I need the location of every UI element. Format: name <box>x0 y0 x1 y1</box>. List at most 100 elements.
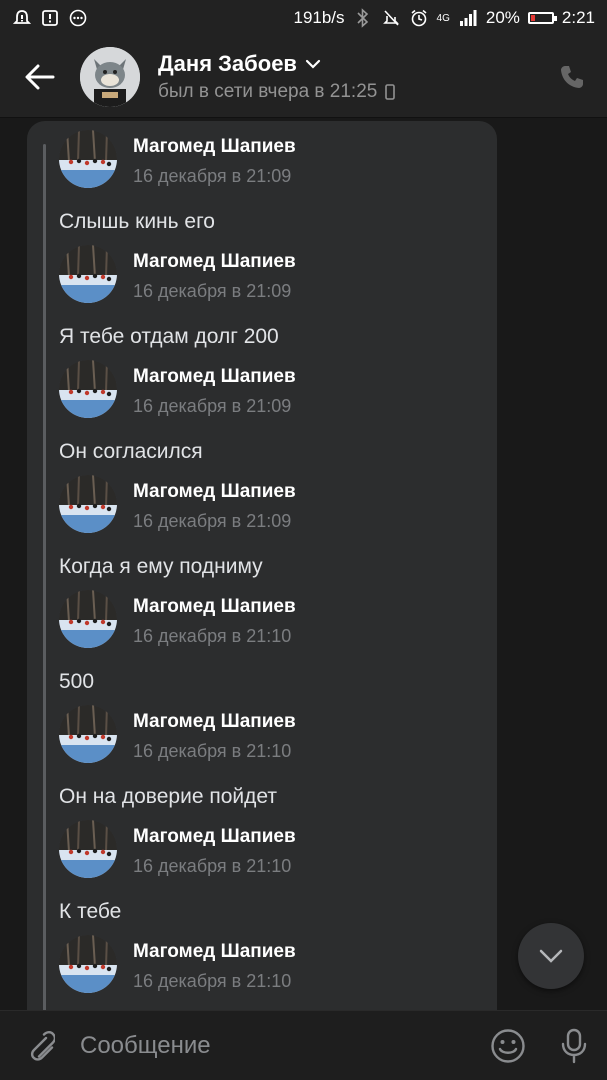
forwarded-message-header: Магомед Шапиев 16 декабря в 21:09 <box>59 130 489 190</box>
forwarded-message-header: Магомед Шапиев 16 декабря в 21:09 <box>59 245 489 305</box>
author-avatar[interactable] <box>59 705 117 763</box>
status-bar-right: 191b/s 4G 20% 2:21 <box>293 8 595 28</box>
forwarded-message[interactable]: Магомед Шапиев 16 декабря в 21:09 Когда я … <box>59 475 489 579</box>
author-meta: Магомед Шапиев 16 декабря в 21:09 <box>133 360 296 417</box>
signal-icon <box>458 8 478 28</box>
alarm-alert-icon <box>12 8 32 28</box>
contact-info[interactable]: Даня Забоев был в сети вчера в 21:25 <box>158 51 537 103</box>
voice-message-button[interactable] <box>541 1011 607 1080</box>
forwarded-message[interactable]: Магомед Шапиев 16 декабря в 21:10 <box>59 935 489 995</box>
more-dots-icon <box>68 8 88 28</box>
hockey-photo-avatar-image <box>59 475 117 533</box>
author-meta: Магомед Шапиев 16 декабря в 21:10 <box>133 705 296 762</box>
emoji-button[interactable] <box>475 1011 541 1080</box>
author-name[interactable]: Магомед Шапиев <box>133 136 296 158</box>
author-name[interactable]: Магомед Шапиев <box>133 711 296 733</box>
network-speed: 191b/s <box>293 8 345 27</box>
attach-button[interactable] <box>0 1011 80 1080</box>
mobile-device-icon <box>385 83 396 100</box>
back-button[interactable] <box>0 36 80 118</box>
message-date: 16 декабря в 21:10 <box>133 626 292 646</box>
author-name[interactable]: Магомед Шапиев <box>133 596 296 618</box>
hockey-photo-avatar-image <box>59 820 117 878</box>
forwarded-message-header: Магомед Шапиев 16 декабря в 21:10 <box>59 820 489 880</box>
contact-status-row: был в сети вчера в 21:25 <box>158 81 537 103</box>
message-input[interactable] <box>80 1031 475 1060</box>
status-bar-left <box>12 8 88 28</box>
message-text: Когда я ему подниму <box>59 555 263 578</box>
message-text: 500 <box>59 670 95 693</box>
chat-header: Даня Забоев был в сети вчера в 21:25 <box>0 36 607 118</box>
phone-icon <box>561 65 583 88</box>
message-date: 16 декабря в 21:10 <box>133 856 292 876</box>
vk-chat-screen: 191b/s 4G 20% 2:21 Даня Забоев был в сет… <box>0 0 607 1080</box>
battery-percent: 20% <box>485 8 520 27</box>
forwarded-message[interactable]: Магомед Шапиев 16 декабря в 21:09 Слышь ки… <box>59 130 489 234</box>
paperclip-icon <box>30 1030 55 1061</box>
message-text: Он на доверие пойдет <box>59 785 277 808</box>
author-avatar[interactable] <box>59 935 117 993</box>
forwarded-message-header: Магомед Шапиев 16 декабря в 21:09 <box>59 360 489 420</box>
message-text: К тебе <box>59 900 122 923</box>
battery-level <box>530 15 535 21</box>
message-date: 16 декабря в 21:09 <box>133 166 292 186</box>
forwarded-message[interactable]: Магомед Шапиев 16 декабря в 21:10 Он на до… <box>59 705 489 809</box>
message-text: Я тебе отдам долг 200 <box>59 325 279 348</box>
forwarded-message-header: Магомед Шапиев 16 декабря в 21:10 <box>59 935 489 995</box>
hockey-photo-avatar-image <box>59 705 117 763</box>
message-text: Он согласился <box>59 440 203 463</box>
status-bar: 191b/s 4G 20% 2:21 <box>0 0 607 36</box>
bluetooth-icon <box>353 8 373 28</box>
message-list[interactable]: Магомед Шапиев 16 декабря в 21:09 Слышь ки… <box>0 118 607 1010</box>
author-meta: Магомед Шапиев 16 декабря в 21:10 <box>133 590 296 647</box>
author-meta: Магомед Шапиев 16 декабря в 21:09 <box>133 475 296 532</box>
cat-cartoon-avatar-image <box>80 46 140 107</box>
author-name[interactable]: Магомед Шапиев <box>133 366 296 388</box>
author-avatar[interactable] <box>59 820 117 878</box>
hockey-photo-avatar-image <box>59 245 117 303</box>
author-name[interactable]: Магомед Шапиев <box>133 481 296 503</box>
hockey-photo-avatar-image <box>59 130 117 188</box>
hockey-photo-avatar-image <box>59 360 117 418</box>
contact-name: Даня Забоев <box>158 50 297 76</box>
author-avatar[interactable] <box>59 245 117 303</box>
author-avatar[interactable] <box>59 475 117 533</box>
microphone-icon <box>561 1028 587 1063</box>
message-date: 16 декабря в 21:09 <box>133 511 292 531</box>
author-meta: Магомед Шапиев 16 декабря в 21:09 <box>133 130 296 187</box>
author-name[interactable]: Магомед Шапиев <box>133 941 296 963</box>
call-button[interactable] <box>537 36 607 118</box>
chevron-down-icon <box>539 949 563 963</box>
scroll-down-button[interactable] <box>518 923 584 989</box>
author-avatar[interactable] <box>59 590 117 648</box>
author-name[interactable]: Магомед Шапиев <box>133 251 296 273</box>
forwarded-message-header: Магомед Шапиев 16 декабря в 21:10 <box>59 705 489 765</box>
forwarded-message[interactable]: Магомед Шапиев 16 декабря в 21:10 К тебе <box>59 820 489 924</box>
author-avatar[interactable] <box>59 360 117 418</box>
warning-icon <box>40 8 60 28</box>
author-avatar[interactable] <box>59 130 117 188</box>
contact-name-row: Даня Забоев <box>158 51 537 77</box>
contact-avatar[interactable] <box>80 46 140 107</box>
mute-icon <box>381 8 401 28</box>
message-date: 16 декабря в 21:10 <box>133 971 292 991</box>
author-meta: Магомед Шапиев 16 декабря в 21:10 <box>133 935 296 992</box>
alarm-clock-icon <box>409 8 429 28</box>
forwarded-message-header: Магомед Шапиев 16 декабря в 21:10 <box>59 590 489 650</box>
clock: 2:21 <box>561 8 595 27</box>
battery-icon <box>527 12 557 24</box>
forward-quote-line <box>43 144 46 1010</box>
forwarded-message[interactable]: Магомед Шапиев 16 декабря в 21:10 500 <box>59 590 489 694</box>
chevron-down-icon <box>305 59 321 69</box>
author-meta: Магомед Шапиев 16 декабря в 21:10 <box>133 820 296 877</box>
forwarded-message[interactable]: Магомед Шапиев 16 декабря в 21:09 Он согла… <box>59 360 489 464</box>
hockey-photo-avatar-image <box>59 590 117 648</box>
emoji-icon <box>491 1028 525 1063</box>
last-seen-status: был в сети вчера в 21:25 <box>158 80 378 102</box>
network-type: 4G <box>436 12 450 24</box>
author-meta: Магомед Шапиев 16 декабря в 21:09 <box>133 245 296 302</box>
back-arrow-icon <box>25 64 55 89</box>
forwarded-message[interactable]: Магомед Шапиев 16 декабря в 21:09 Я тебе о… <box>59 245 489 349</box>
message-composer <box>0 1010 607 1080</box>
author-name[interactable]: Магомед Шапиев <box>133 826 296 848</box>
